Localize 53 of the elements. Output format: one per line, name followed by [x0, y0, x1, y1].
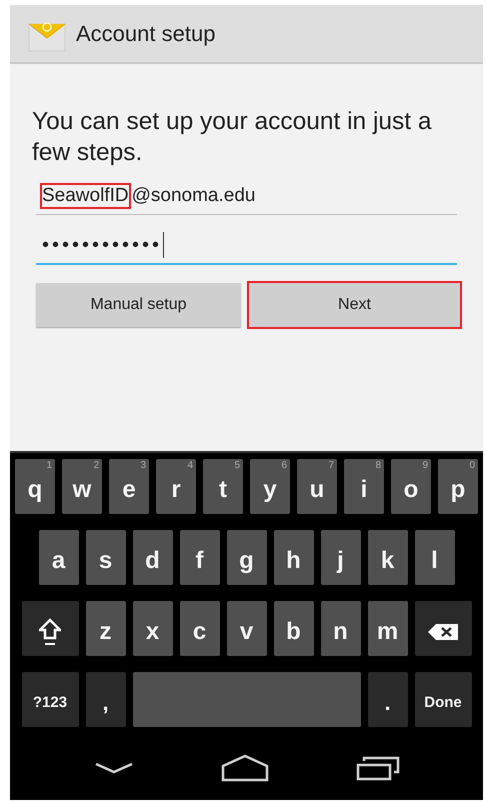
key[interactable]: h [274, 530, 314, 585]
key[interactable]: Done [414, 672, 472, 727]
key-hint: 7 [328, 460, 334, 471]
key-hint: 6 [281, 460, 287, 471]
key[interactable]: a [38, 530, 78, 585]
next-button[interactable]: Next [249, 283, 460, 327]
key[interactable]: m [368, 601, 408, 656]
screen-title: Account setup [76, 20, 216, 46]
key[interactable]: d [132, 530, 172, 585]
key-hint: 2 [93, 460, 99, 471]
key-hint: 9 [422, 460, 428, 471]
key[interactable]: c [180, 601, 220, 656]
key[interactable]: k [368, 530, 408, 585]
shift-icon [39, 618, 61, 646]
backspace-key[interactable] [414, 601, 472, 656]
key[interactable]: p 0 [438, 459, 478, 514]
email-field[interactable]: SeawolfID@sonoma.edu [36, 178, 457, 215]
manual-setup-button[interactable]: Manual setup [36, 283, 241, 327]
key[interactable]: o 9 [391, 459, 431, 514]
key-hint: 5 [234, 460, 240, 471]
key[interactable]: e 3 [109, 459, 149, 514]
key[interactable]: . [368, 672, 408, 727]
key[interactable]: r 4 [156, 459, 196, 514]
key[interactable]: z [86, 601, 126, 656]
key[interactable]: q 1 [15, 459, 55, 514]
key[interactable]: w 2 [62, 459, 102, 514]
back-icon[interactable] [94, 761, 134, 775]
key[interactable]: b [274, 601, 314, 656]
key[interactable]: i 8 [344, 459, 384, 514]
key[interactable]: x [132, 601, 172, 656]
key-hint: 3 [140, 460, 146, 471]
key[interactable]: ?123 [22, 672, 78, 727]
password-field[interactable]: •••••••••••• [36, 227, 457, 265]
key[interactable]: , [86, 672, 126, 727]
key[interactable]: v [226, 601, 266, 656]
key[interactable]: j [320, 530, 360, 585]
intro-text: You can set up your account in just a few steps. [32, 107, 433, 168]
backspace-icon [427, 622, 459, 640]
key-hint: 0 [469, 460, 475, 471]
home-icon[interactable] [220, 754, 268, 782]
key-hint: 8 [375, 460, 381, 471]
key-hint: 4 [187, 460, 193, 471]
key[interactable]: u 7 [297, 459, 337, 514]
recents-icon[interactable] [356, 755, 400, 781]
key[interactable]: s [86, 530, 126, 585]
key[interactable]: t 5 [203, 459, 243, 514]
key[interactable]: g [226, 530, 266, 585]
key[interactable]: f [180, 530, 220, 585]
shift-key[interactable] [22, 601, 78, 656]
key-hint: 1 [46, 460, 52, 471]
key[interactable]: y 6 [250, 459, 290, 514]
key[interactable]: n [320, 601, 360, 656]
key[interactable]: l [414, 530, 454, 585]
